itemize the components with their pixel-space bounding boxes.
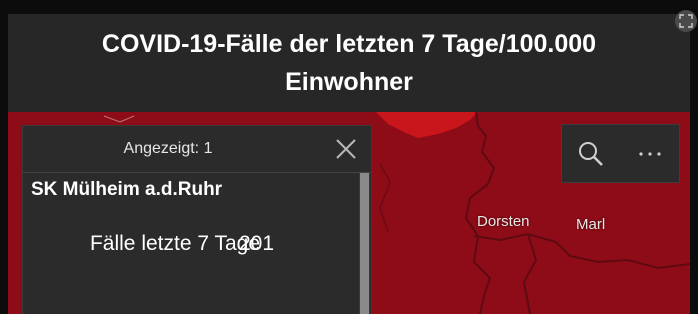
field-value: 201	[239, 232, 275, 255]
map-toolbar	[561, 124, 680, 183]
place-label-dorsten: Dorsten	[477, 213, 530, 230]
expand-button[interactable]	[675, 10, 697, 32]
map-widget: Dorsten Marl COVID-19-Fälle der letzten …	[8, 14, 690, 314]
feature-title: SK Mülheim a.d.Ruhr	[31, 179, 223, 200]
page-title: COVID-19-Fälle der letzten 7 Tage/100.00…	[101, 30, 597, 96]
feature-popup: Angezeigt: 1 SK Mülheim a.d.Ruhr Fälle l…	[22, 125, 372, 314]
place-label-marl: Marl	[576, 216, 606, 233]
search-button[interactable]	[562, 125, 620, 182]
close-button[interactable]	[331, 134, 361, 164]
popup-feature-count: Angezeigt: 1	[123, 140, 213, 157]
popup-body[interactable]: SK Mülheim a.d.Ruhr Fälle letzte 7 Tage …	[23, 173, 357, 314]
popup-header: Angezeigt: 1	[23, 126, 371, 173]
title-bar: COVID-19-Fälle der letzten 7 Tage/100.00…	[8, 14, 690, 112]
more-icon	[639, 152, 661, 156]
search-icon	[579, 142, 603, 166]
scrollbar-thumb[interactable]	[360, 173, 369, 314]
more-options-button[interactable]	[621, 125, 679, 182]
expand-icon	[679, 14, 693, 28]
popup-scrollbar[interactable]	[359, 173, 370, 314]
close-icon	[336, 139, 356, 159]
